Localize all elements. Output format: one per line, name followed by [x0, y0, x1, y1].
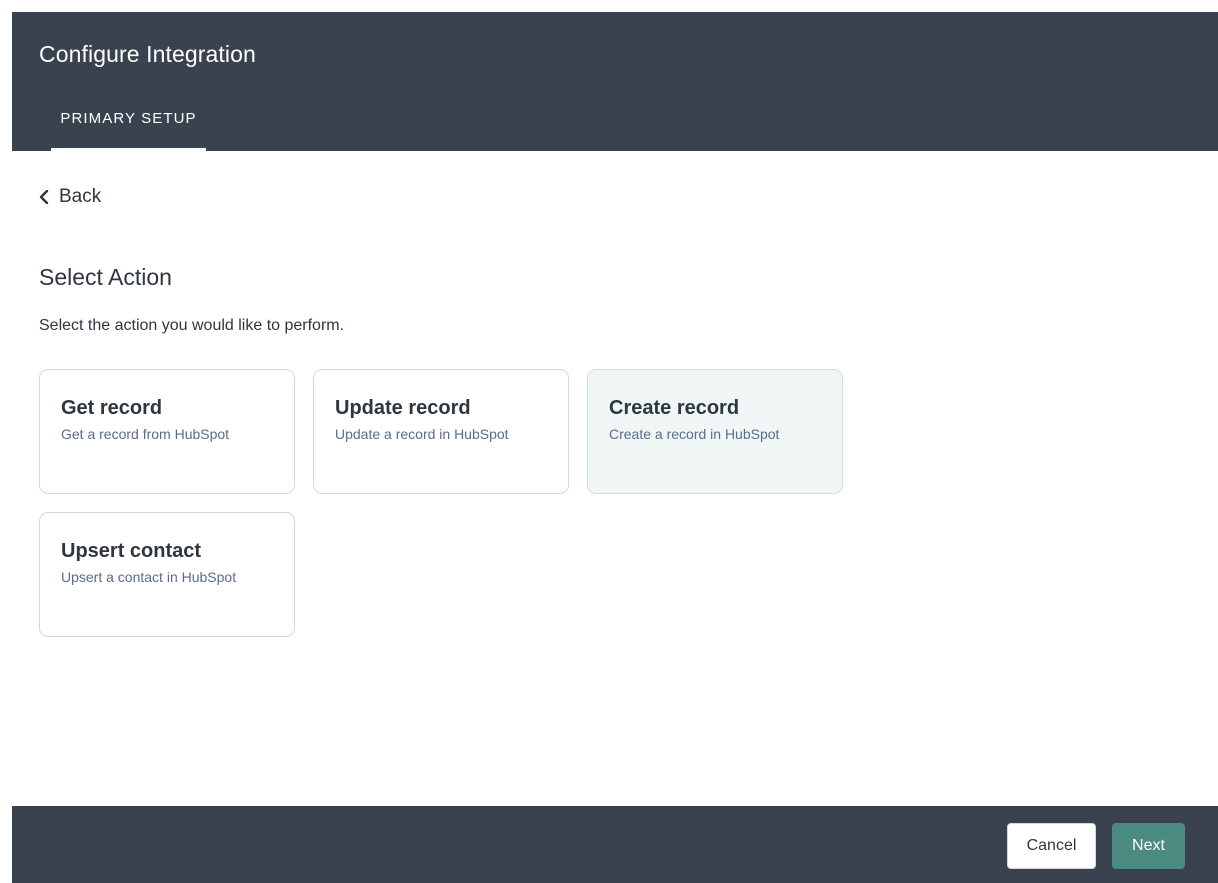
action-card-title: Update record: [335, 397, 471, 419]
action-card-upsert-contact[interactable]: Upsert contact Upsert a contact in HubSp…: [39, 512, 295, 637]
dialog-title: Configure Integration: [39, 41, 256, 67]
action-card-title: Get record: [61, 397, 163, 419]
next-button[interactable]: Next: [1112, 823, 1185, 869]
tab-primary-setup[interactable]: PRIMARY SETUP: [51, 98, 206, 151]
action-card-description: Create a record in HubSpot: [609, 426, 780, 442]
action-card-description: Get a record from HubSpot: [61, 426, 230, 442]
section-description: Select the action you would like to perf…: [39, 317, 345, 334]
dialog-footer: Cancel Next: [12, 806, 1218, 883]
action-card-description: Upsert a contact in HubSpot: [61, 569, 237, 585]
action-card-create-record[interactable]: Create record Create a record in HubSpot: [587, 369, 843, 494]
action-card-description: Update a record in HubSpot: [335, 426, 509, 442]
dialog-header: Configure Integration PRIMARY SETUP: [12, 12, 1218, 151]
chevron-left-icon: [39, 190, 49, 204]
back-label: Back: [59, 186, 102, 207]
action-card-title: Upsert contact: [61, 540, 202, 562]
action-card-title: Create record: [609, 397, 740, 419]
cancel-button[interactable]: Cancel: [1007, 823, 1096, 869]
action-card-update-record[interactable]: Update record Update a record in HubSpot: [313, 369, 569, 494]
action-card-get-record[interactable]: Get record Get a record from HubSpot: [39, 369, 295, 494]
back-link[interactable]: Back: [39, 186, 101, 208]
section-title: Select Action: [39, 264, 172, 290]
configure-integration-dialog: Configure Integration PRIMARY SETUP Back…: [12, 12, 1218, 883]
